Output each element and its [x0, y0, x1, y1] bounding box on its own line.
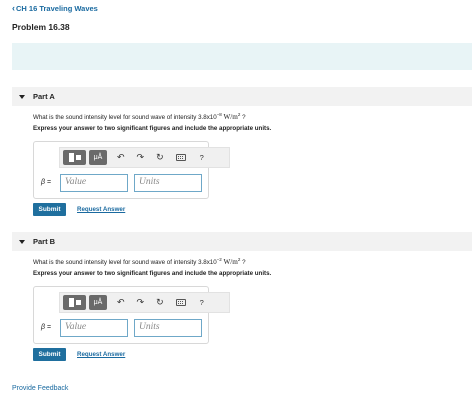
part-b-answer-box: μÅ ↶ ↷ ↻ ? β = Value Units [33, 286, 230, 344]
back-link[interactable]: ‹ CH 16 Traveling Waves [12, 3, 98, 14]
intensity-unit: W/m [221, 113, 238, 122]
beta-equals: = [45, 324, 52, 331]
info-banner [12, 43, 472, 70]
back-link-label: CH 16 Traveling Waves [16, 4, 98, 13]
submit-button[interactable]: Submit [33, 203, 66, 216]
keyboard-icon[interactable] [175, 154, 186, 161]
question-text: What is the sound intensity level for so… [33, 114, 217, 122]
redo-icon[interactable]: ↷ [137, 152, 145, 163]
part-a-label: Part A [33, 92, 55, 101]
undo-icon[interactable]: ↶ [117, 152, 125, 163]
submit-button[interactable]: Submit [33, 348, 66, 361]
reset-icon[interactable]: ↻ [156, 297, 164, 308]
question-mark: ? [240, 114, 246, 122]
units-icon[interactable]: μÅ [89, 150, 107, 165]
page-title: Problem 16.38 [12, 22, 70, 32]
triangle-down-icon [19, 94, 25, 99]
question-text: What is the sound intensity level for so… [33, 259, 217, 267]
undo-icon[interactable]: ↶ [117, 297, 125, 308]
part-a-instruction: Express your answer to two significant f… [33, 125, 272, 132]
beta-label: β = [41, 324, 51, 331]
help-icon[interactable]: ? [200, 298, 204, 307]
chevron-left-icon: ‹ [12, 3, 15, 13]
redo-icon[interactable]: ↷ [137, 297, 145, 308]
intensity-unit: W/m [221, 258, 238, 267]
units-icon[interactable]: μÅ [89, 295, 107, 310]
part-a-header[interactable]: Part A [12, 87, 472, 106]
reset-icon[interactable]: ↻ [156, 152, 164, 163]
part-a-question: What is the sound intensity level for so… [33, 112, 246, 121]
templates-icon[interactable] [63, 295, 86, 310]
part-b-label: Part B [33, 237, 56, 246]
part-b-header[interactable]: Part B [12, 232, 472, 251]
question-mark: ? [240, 259, 246, 267]
beta-equals: = [45, 179, 52, 186]
value-input[interactable]: Value [60, 174, 128, 192]
beta-label: β = [41, 179, 51, 186]
part-a-answer-box: μÅ ↶ ↷ ↻ ? β = Value Units [33, 141, 230, 199]
math-toolbar: μÅ ↶ ↷ ↻ ? [59, 147, 230, 168]
provide-feedback-link[interactable]: Provide Feedback [12, 385, 68, 392]
units-input[interactable]: Units [134, 319, 202, 337]
part-b-instruction: Express your answer to two significant f… [33, 270, 272, 277]
request-answer-link[interactable]: Request Answer [77, 206, 125, 213]
templates-icon[interactable] [63, 150, 86, 165]
units-input[interactable]: Units [134, 174, 202, 192]
keyboard-icon[interactable] [175, 299, 186, 306]
math-toolbar: μÅ ↶ ↷ ↻ ? [59, 292, 230, 313]
help-icon[interactable]: ? [200, 153, 204, 162]
triangle-down-icon [19, 239, 25, 244]
part-b-question: What is the sound intensity level for so… [33, 257, 246, 266]
value-input[interactable]: Value [60, 319, 128, 337]
request-answer-link[interactable]: Request Answer [77, 351, 125, 358]
